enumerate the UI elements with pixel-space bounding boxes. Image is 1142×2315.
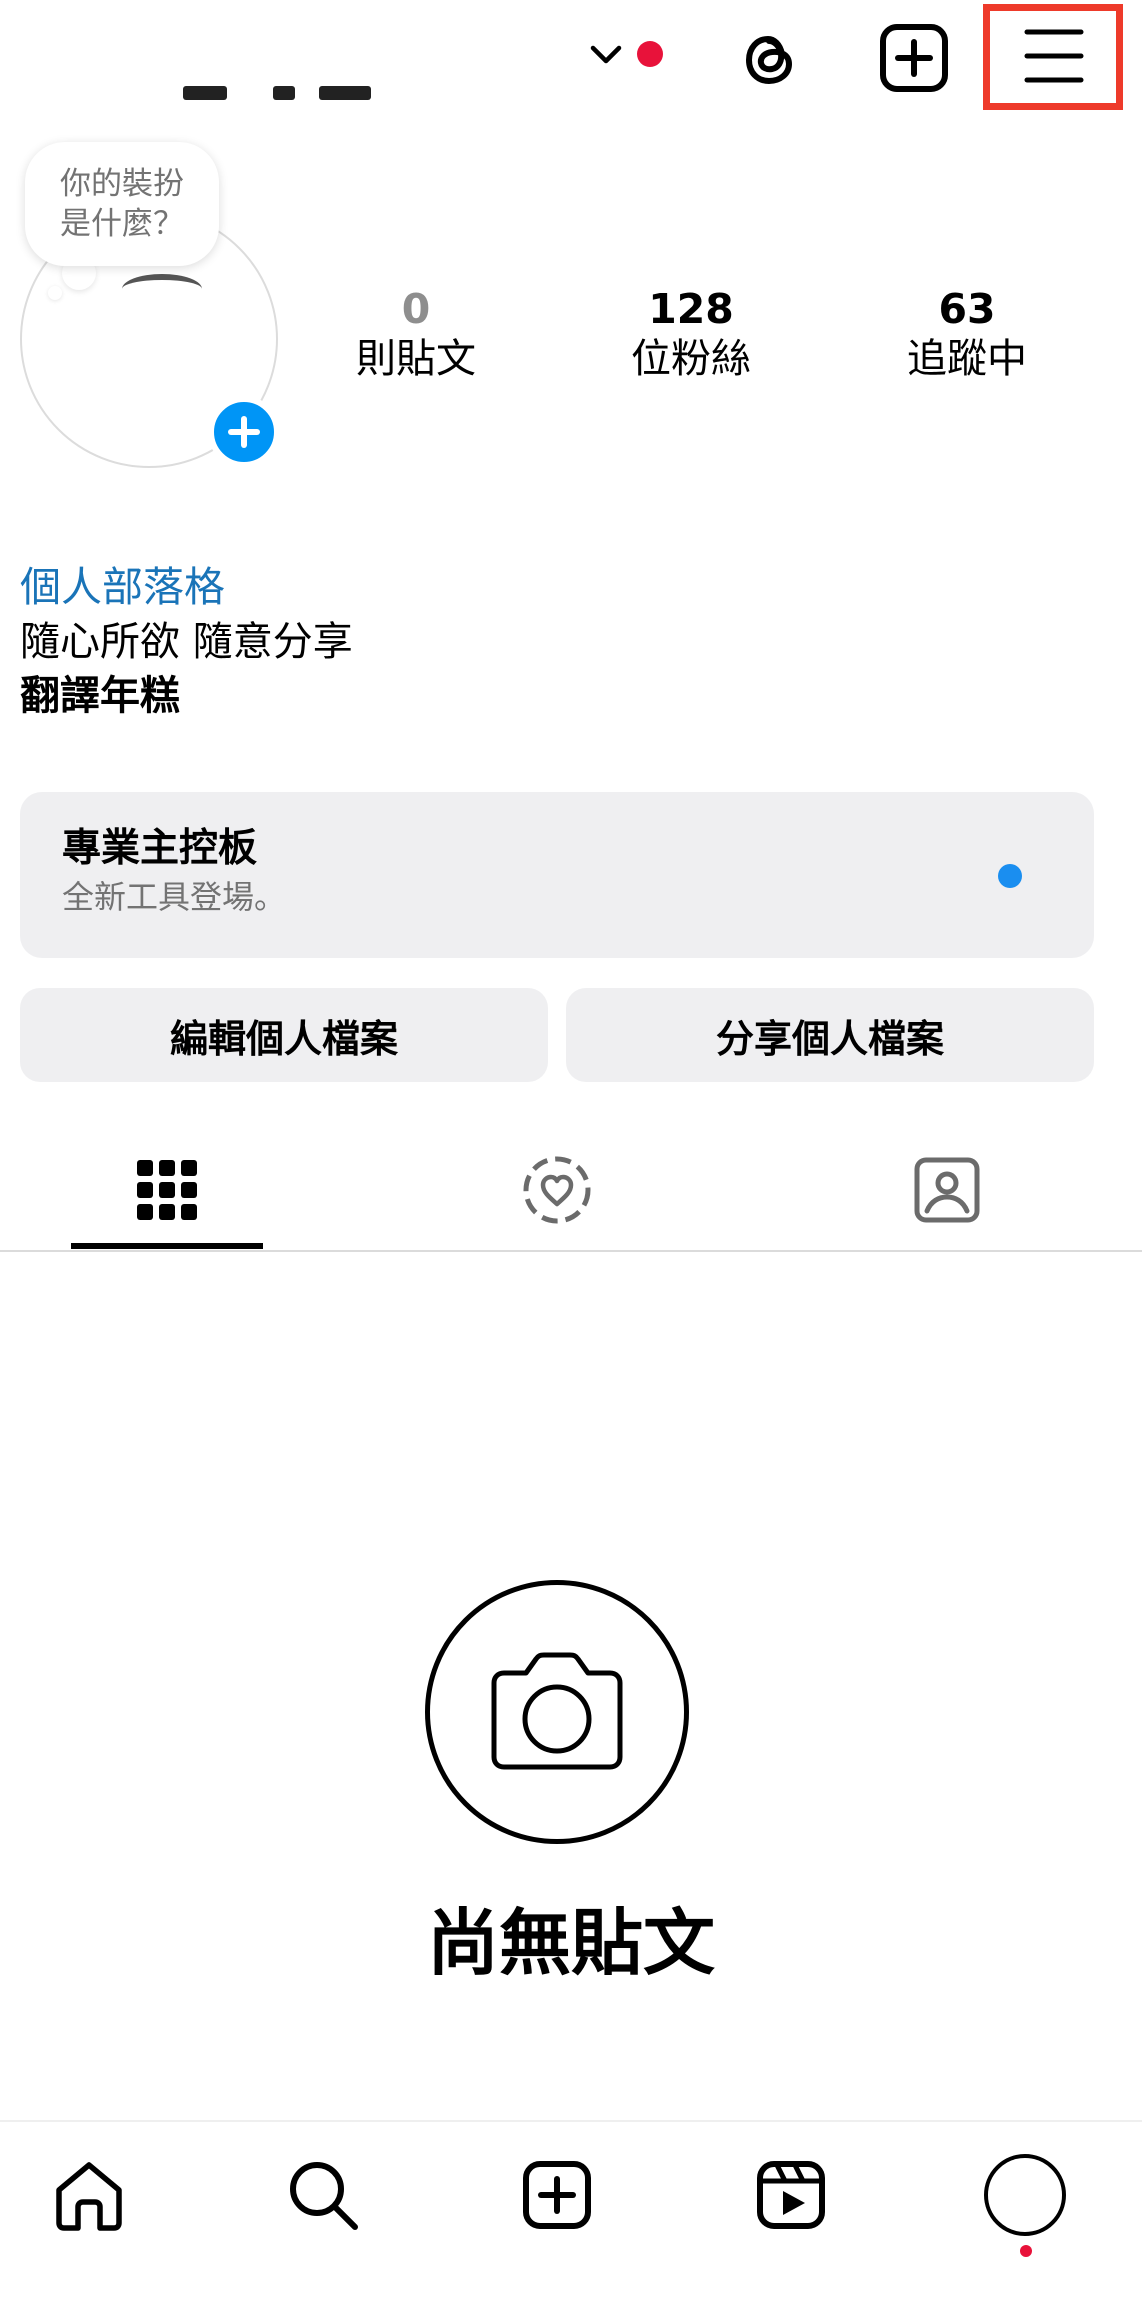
following-label: 追蹤中 bbox=[907, 336, 1027, 382]
bottom-nav-divider bbox=[0, 2120, 1142, 2122]
threads-icon[interactable] bbox=[734, 24, 804, 94]
avatar-placeholder bbox=[122, 274, 202, 304]
stat-posts: 0 則貼文 bbox=[301, 283, 531, 383]
notification-dot bbox=[637, 41, 663, 67]
bio-text: 隨心所欲 隨意分享 bbox=[20, 619, 353, 665]
nav-create[interactable] bbox=[512, 2150, 602, 2240]
reels-icon bbox=[757, 2161, 825, 2229]
note-line-2: 是什麼？ bbox=[60, 206, 184, 242]
profile-notification-dot bbox=[1020, 2245, 1032, 2257]
active-tab-indicator bbox=[71, 1243, 263, 1249]
nav-home[interactable] bbox=[44, 2150, 134, 2240]
dashboard-subtitle: 全新工具登場。 bbox=[62, 878, 287, 916]
followers-count: 128 bbox=[648, 285, 734, 333]
dashboard-new-dot bbox=[998, 864, 1022, 888]
posts-count: 0 bbox=[401, 285, 431, 333]
followers-label: 位粉絲 bbox=[631, 336, 751, 382]
share-profile-button[interactable]: 分享個人檔案 bbox=[566, 988, 1094, 1082]
tab-tagged[interactable] bbox=[872, 1140, 1022, 1240]
tab-reels-likes[interactable] bbox=[482, 1140, 632, 1240]
edit-profile-button[interactable]: 編輯個人檔案 bbox=[20, 988, 548, 1082]
stat-followers[interactable]: 128 位粉絲 bbox=[576, 283, 806, 383]
professional-dashboard[interactable]: 專業主控板 全新工具登場。 bbox=[20, 792, 1094, 958]
nav-reels[interactable] bbox=[746, 2150, 836, 2240]
create-post-icon[interactable] bbox=[878, 22, 950, 94]
stat-following[interactable]: 63 追蹤中 bbox=[852, 283, 1082, 383]
search-icon bbox=[290, 2162, 358, 2230]
profile-icon bbox=[984, 2154, 1066, 2236]
nav-search[interactable] bbox=[278, 2150, 368, 2240]
home-icon bbox=[56, 2162, 122, 2231]
tab-divider bbox=[0, 1250, 1142, 1252]
menu-highlight-box bbox=[983, 4, 1123, 110]
bio-bold-text: 翻譯年糕 bbox=[20, 673, 180, 719]
username-fragment[interactable] bbox=[175, 50, 395, 102]
empty-state-title: 尚無貼文 bbox=[426, 1901, 715, 1985]
note-line-1: 你的裝扮 bbox=[60, 166, 184, 202]
reels-heart-icon bbox=[523, 1156, 591, 1224]
note-bubble-tail-small bbox=[48, 286, 62, 300]
camera-icon bbox=[491, 1652, 623, 1770]
nav-profile[interactable] bbox=[980, 2150, 1070, 2240]
following-count: 63 bbox=[938, 285, 996, 333]
tab-posts-grid[interactable] bbox=[92, 1140, 242, 1240]
note-bubble[interactable]: 你的裝扮 是什麼？ bbox=[25, 142, 219, 266]
dashboard-title: 專業主控板 bbox=[62, 826, 258, 871]
grid-icon bbox=[137, 1160, 197, 1220]
posts-label: 則貼文 bbox=[356, 336, 476, 382]
create-icon bbox=[523, 2161, 591, 2229]
account-switcher-chevron-icon[interactable] bbox=[588, 40, 624, 70]
empty-state-camera bbox=[425, 1580, 689, 1844]
bio-category: 個人部落格 bbox=[20, 563, 225, 611]
plus-icon bbox=[228, 416, 260, 448]
tagged-icon bbox=[914, 1157, 980, 1223]
add-story-button[interactable] bbox=[208, 396, 280, 468]
